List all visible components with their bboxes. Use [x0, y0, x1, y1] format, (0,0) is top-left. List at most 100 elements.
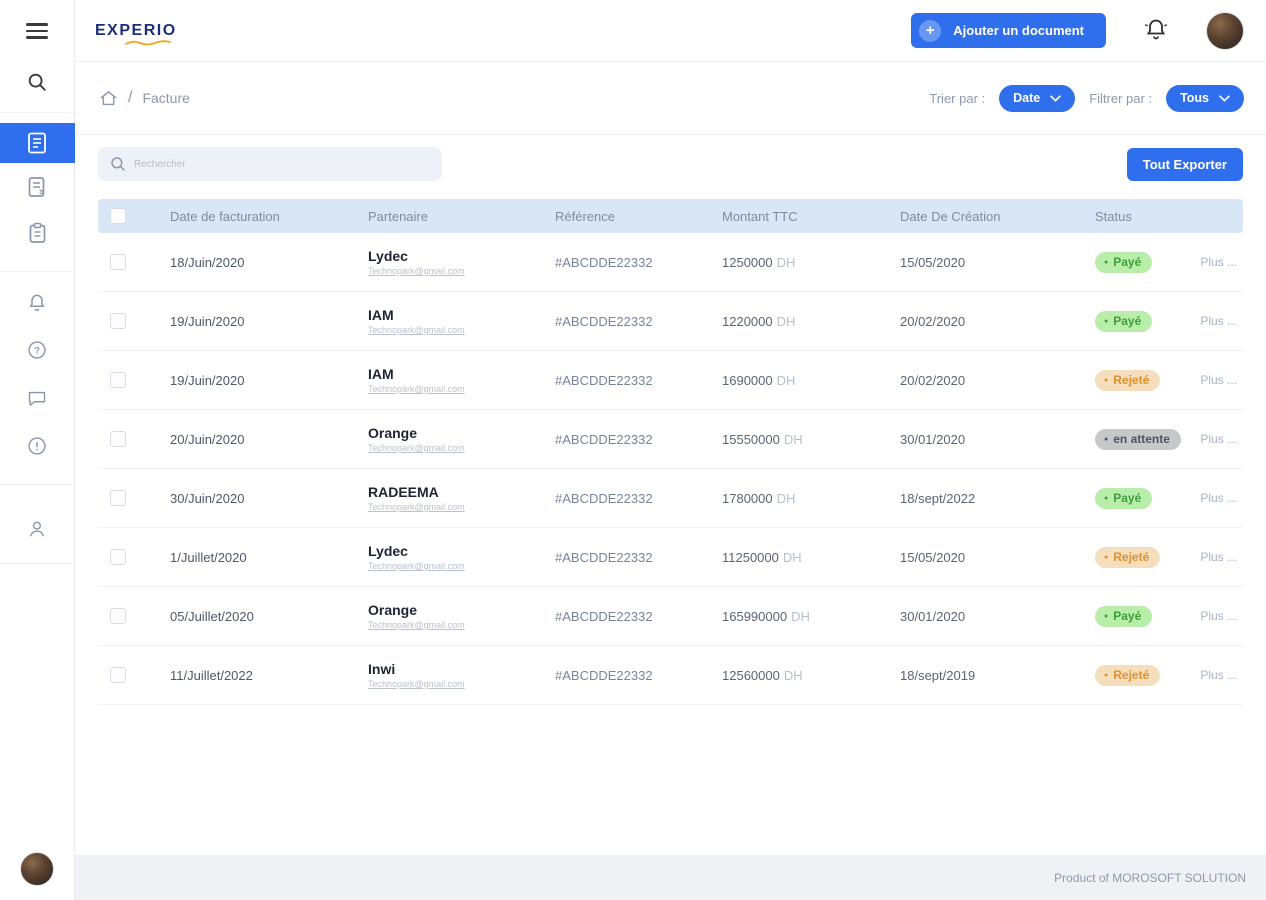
sidebar-item-documents[interactable]	[0, 167, 75, 207]
sidebar-item-clipboard[interactable]	[0, 213, 75, 253]
row-more-button[interactable]: Plus ...	[1200, 432, 1243, 446]
select-all-checkbox[interactable]	[110, 208, 126, 224]
table-row: 1/Juillet/2020 Lydec Technopark@gmail.com…	[98, 528, 1243, 587]
partner-email[interactable]: Technopark@gmail.com	[368, 561, 555, 571]
sidebar-item-info[interactable]	[0, 426, 75, 466]
partner-name: Lydec	[368, 543, 408, 559]
creation-date: 18/sept/2019	[900, 667, 976, 683]
row-checkbox[interactable]	[110, 549, 126, 565]
row-more-button[interactable]: Plus ...	[1200, 255, 1243, 269]
home-icon[interactable]	[99, 89, 118, 108]
row-checkbox[interactable]	[110, 490, 126, 506]
hamburger-menu-icon[interactable]	[26, 14, 48, 48]
user-avatar[interactable]	[1206, 11, 1244, 50]
partner-email[interactable]: Technopark@gmail.com	[368, 384, 555, 394]
row-more-button[interactable]: Plus ...	[1200, 373, 1243, 387]
status-badge: Rejeté	[1095, 546, 1161, 568]
row-more-button[interactable]: Plus ...	[1200, 550, 1243, 564]
table-row: 20/Juin/2020 Orange Technopark@gmail.com …	[98, 410, 1243, 469]
column-header-amount[interactable]: Montant TTC	[722, 209, 900, 224]
row-checkbox[interactable]	[110, 667, 126, 683]
search-input[interactable]	[98, 147, 442, 181]
sidebar-item-invoices-active[interactable]	[0, 123, 75, 163]
table-row: 19/Juin/2020 IAM Technopark@gmail.com #AB…	[98, 351, 1243, 410]
sidebar-divider	[0, 112, 74, 113]
chat-bubble-icon	[28, 391, 46, 406]
breadcrumb-page[interactable]: Facture	[142, 90, 189, 106]
row-more-button[interactable]: Plus ...	[1200, 314, 1243, 328]
partner-name: Orange	[368, 602, 418, 618]
question-circle-icon: ?	[28, 341, 46, 359]
column-header-reference[interactable]: Référence	[555, 209, 722, 224]
row-checkbox[interactable]	[110, 372, 126, 388]
sidebar-divider	[0, 271, 74, 272]
partner-email[interactable]: Technopark@gmail.com	[368, 266, 555, 276]
creation-date: 20/02/2020	[900, 313, 966, 329]
invoice-reference: #ABCDDE22332	[555, 490, 653, 506]
table-toolbar: Tout Exporter	[98, 147, 1243, 181]
column-header-status[interactable]: Status	[1095, 209, 1200, 224]
row-checkbox[interactable]	[110, 608, 126, 624]
invoice-reference: #ABCDDE22332	[555, 254, 653, 270]
logo-underline-icon	[125, 39, 171, 45]
notifications-button[interactable]	[1144, 17, 1168, 44]
sidebar-search-icon[interactable]	[0, 62, 75, 102]
export-all-button[interactable]: Tout Exporter	[1126, 147, 1243, 181]
add-document-button[interactable]: + Ajouter un document	[911, 13, 1106, 48]
clipboard-icon	[29, 222, 45, 243]
sidebar-item-notifications[interactable]	[0, 282, 75, 322]
column-header-date[interactable]: Date de facturation	[170, 209, 368, 224]
amount-currency: DH	[776, 254, 796, 270]
invoice-date: 05/Juillet/2020	[170, 608, 254, 624]
bell-icon	[29, 294, 45, 311]
status-badge: Payé	[1095, 487, 1153, 509]
invoice-icon	[28, 132, 46, 154]
breadcrumb-row: / Facture Trier par : Date Filtrer par :…	[75, 62, 1266, 135]
partner-name: IAM	[368, 307, 394, 323]
partner-email[interactable]: Technopark@gmail.com	[368, 502, 555, 512]
partner-email[interactable]: Technopark@gmail.com	[368, 620, 555, 630]
row-checkbox[interactable]	[110, 431, 126, 447]
column-header-created[interactable]: Date De Création	[900, 209, 1095, 224]
breadcrumb-separator: /	[128, 89, 133, 106]
filter-dropdown[interactable]: Tous	[1166, 84, 1244, 112]
info-circle-icon	[28, 437, 46, 455]
partner-name: Inwi	[368, 661, 396, 677]
sidebar-item-help[interactable]: ?	[0, 330, 75, 370]
partner-name: RADEEMA	[368, 484, 439, 500]
partner-email[interactable]: Technopark@gmail.com	[368, 325, 555, 335]
sort-dropdown[interactable]: Date	[999, 84, 1076, 112]
sidebar-item-messages[interactable]	[0, 378, 75, 418]
invoice-reference: #ABCDDE22332	[555, 431, 653, 447]
row-checkbox[interactable]	[110, 313, 126, 329]
partner-email[interactable]: Technopark@gmail.com	[368, 443, 555, 453]
app-logo: EXPERIO	[95, 21, 177, 45]
column-header-partner[interactable]: Partenaire	[368, 209, 555, 224]
amount-value: 15550000	[722, 431, 780, 447]
amount-currency: DH	[783, 431, 803, 447]
invoice-reference: #ABCDDE22332	[555, 667, 653, 683]
sidebar-item-profile[interactable]	[0, 509, 75, 549]
row-more-button[interactable]: Plus ...	[1200, 668, 1243, 682]
filter-dropdown-value: Tous	[1180, 91, 1209, 105]
amount-currency: DH	[791, 608, 810, 624]
invoice-reference: #ABCDDE22332	[555, 608, 653, 624]
row-more-button[interactable]: Plus ...	[1200, 609, 1243, 623]
user-icon	[30, 521, 44, 537]
sidebar-divider	[0, 563, 74, 564]
row-more-button[interactable]: Plus ...	[1200, 491, 1243, 505]
partner-email[interactable]: Technopark@gmail.com	[368, 679, 555, 689]
creation-date: 18/sept/2022	[900, 490, 976, 506]
sidebar-avatar[interactable]	[20, 852, 54, 886]
table-row: 05/Juillet/2020 Orange Technopark@gmail.c…	[98, 587, 1243, 646]
row-checkbox[interactable]	[110, 254, 126, 270]
partner-name: Lydec	[368, 248, 408, 264]
footer-text: Product of MOROSOFT SOLUTION	[1054, 870, 1246, 885]
search-icon	[28, 73, 46, 91]
amount-value: 1250000	[722, 254, 773, 270]
main-content: Tout Exporter Date de facturation Parten…	[75, 135, 1266, 855]
amount-value: 165990000	[722, 608, 788, 624]
invoice-reference: #ABCDDE22332	[555, 549, 653, 565]
page-footer: Product of MOROSOFT SOLUTION	[75, 855, 1266, 900]
logo-text: EXPERIO	[95, 21, 177, 39]
